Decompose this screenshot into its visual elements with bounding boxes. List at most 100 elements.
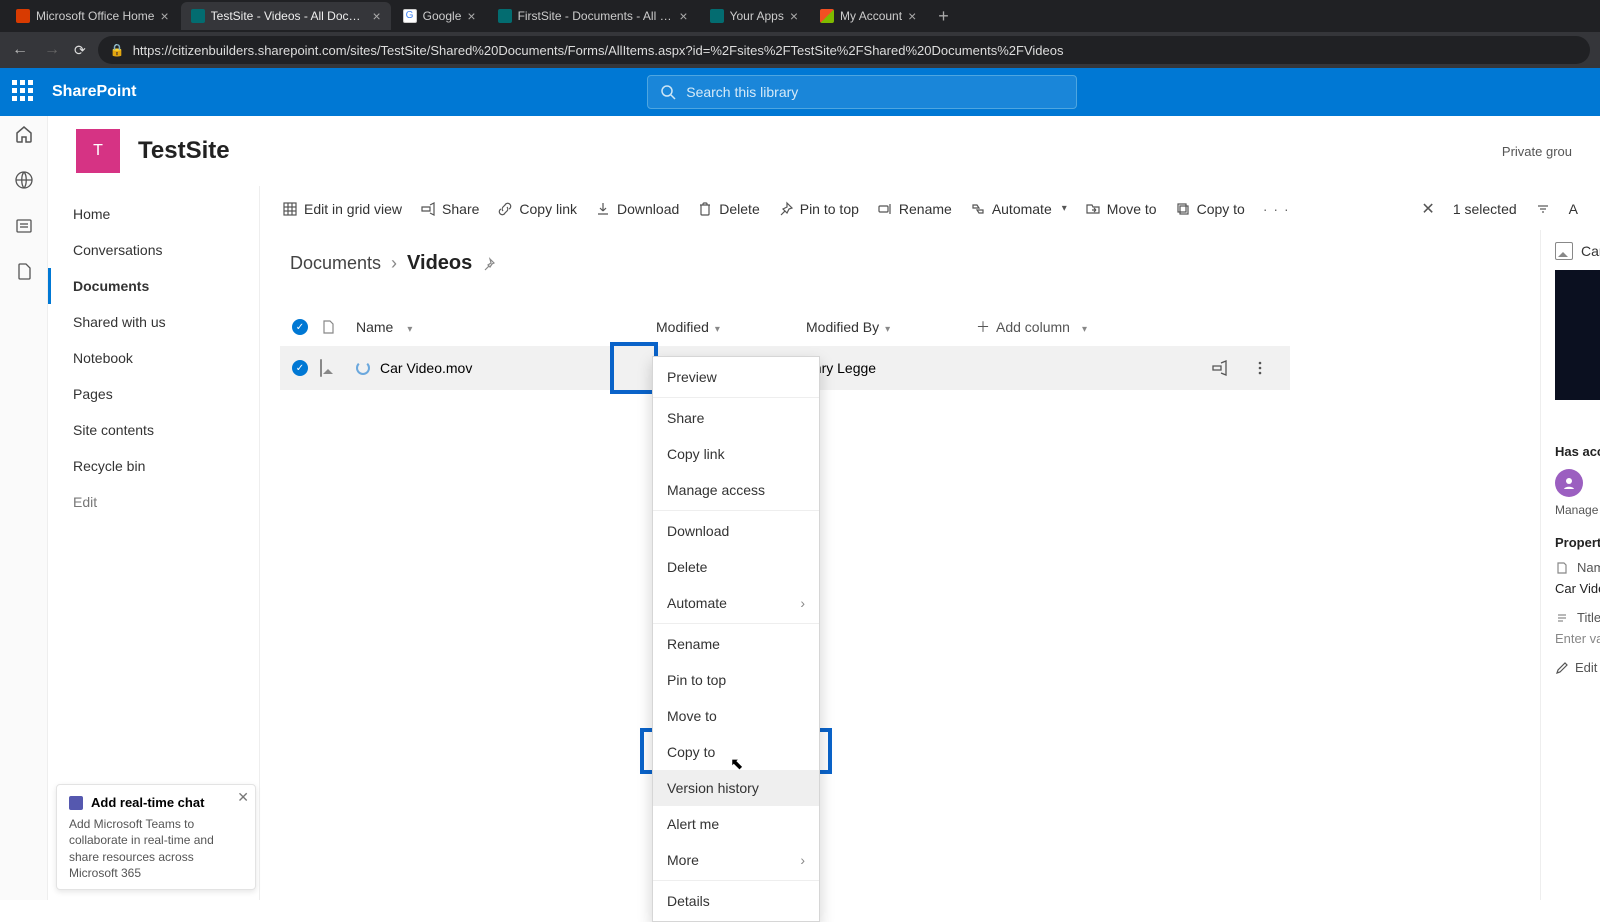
nav-conversations[interactable]: Conversations [48, 232, 259, 268]
avatar[interactable] [1555, 469, 1583, 497]
product-label[interactable]: SharePoint [52, 83, 136, 101]
close-icon[interactable]: × [372, 9, 380, 23]
files-icon[interactable] [14, 262, 34, 282]
new-tab-button[interactable]: + [928, 6, 959, 27]
microsoft-icon [820, 9, 834, 23]
cmd-share[interactable]: Share [420, 201, 479, 217]
forward-icon[interactable]: → [42, 41, 62, 59]
close-icon[interactable]: × [679, 9, 687, 23]
reload-icon[interactable]: ⟳ [74, 42, 86, 59]
ctx-rename[interactable]: Rename [653, 626, 819, 662]
chevron-down-icon[interactable] [401, 319, 412, 335]
access-section: Has acce [1555, 444, 1600, 459]
browser-tab[interactable]: FirstSite - Documents - All Docu × [488, 2, 698, 30]
search-input[interactable] [647, 75, 1077, 109]
browser-tab[interactable]: Google × [393, 2, 486, 30]
cmd-rename[interactable]: Rename [877, 201, 952, 217]
search-text[interactable] [686, 84, 1064, 100]
breadcrumb-root[interactable]: Documents [290, 253, 381, 274]
ctx-preview[interactable]: Preview [653, 359, 819, 395]
browser-tab-active[interactable]: TestSite - Videos - All Documents × [181, 2, 391, 30]
manage-access-link[interactable]: Manage ac [1555, 503, 1600, 517]
nav-site-contents[interactable]: Site contents [48, 412, 259, 448]
close-icon[interactable]: × [908, 9, 916, 23]
cmd-moveto[interactable]: Move to [1085, 201, 1157, 217]
grid-icon [282, 201, 298, 217]
ctx-more[interactable]: More [653, 842, 819, 878]
browser-tab[interactable]: Your Apps × [700, 2, 808, 30]
url-field[interactable]: 🔒 https://citizenbuilders.sharepoint.com… [98, 36, 1590, 64]
properties-section: Propertie [1555, 535, 1600, 550]
nav-edit[interactable]: Edit [48, 484, 259, 520]
prop-name-value[interactable]: Car Vide [1555, 581, 1600, 596]
news-icon[interactable] [14, 216, 34, 236]
ctx-alert-me[interactable]: Alert me [653, 806, 819, 842]
ctx-automate[interactable]: Automate [653, 585, 819, 621]
col-modified-header[interactable]: Modified [656, 319, 709, 335]
browser-tab[interactable]: My Account × [810, 2, 926, 30]
url-text: https://citizenbuilders.sharepoint.com/s… [133, 43, 1064, 58]
site-logo[interactable]: T [76, 129, 120, 173]
nav-shared-with-us[interactable]: Shared with us [48, 304, 259, 340]
ctx-moveto[interactable]: Move to [653, 698, 819, 734]
share-icon[interactable] [1210, 359, 1228, 377]
ctx-share[interactable]: Share [653, 400, 819, 436]
select-all-check[interactable]: ✓ [292, 319, 308, 335]
nav-documents[interactable]: Documents [48, 268, 259, 304]
close-icon[interactable]: × [467, 9, 475, 23]
nav-pages[interactable]: Pages [48, 376, 259, 412]
prop-title-placeholder[interactable]: Enter val [1555, 631, 1600, 646]
app-launcher-icon[interactable] [12, 80, 36, 104]
col-modifiedby-header[interactable]: Modified By [806, 319, 879, 335]
ctx-pintotop[interactable]: Pin to top [653, 662, 819, 698]
cmd-delete[interactable]: Delete [697, 201, 759, 217]
ctx-details[interactable]: Details [653, 883, 819, 919]
chevron-down-icon[interactable] [879, 319, 890, 335]
row-checkbox[interactable]: ✓ [292, 360, 308, 376]
cmd-edit-grid[interactable]: Edit in grid view [282, 201, 402, 217]
video-file-icon [320, 359, 322, 377]
type-icon-header[interactable] [320, 319, 356, 335]
pin-icon[interactable] [482, 257, 496, 271]
row-more-button[interactable] [1244, 352, 1276, 384]
add-column-button[interactable]: ＋Add column [976, 317, 1087, 337]
site-logo-initial: T [93, 142, 103, 160]
close-icon[interactable]: ✕ [237, 789, 249, 806]
home-icon[interactable] [14, 124, 34, 144]
view-hint[interactable]: A [1569, 201, 1578, 217]
chevron-down-icon[interactable] [709, 319, 720, 335]
cmd-automate[interactable]: Automate [970, 201, 1067, 217]
moveto-icon [1085, 201, 1101, 217]
nav-home[interactable]: Home [48, 196, 259, 232]
nav-notebook[interactable]: Notebook [48, 340, 259, 376]
ctx-delete[interactable]: Delete [653, 549, 819, 585]
teams-icon [69, 796, 83, 810]
cmd-download[interactable]: Download [595, 201, 679, 217]
ctx-manage-access[interactable]: Manage access [653, 472, 819, 508]
edit-all-link[interactable]: Edit a [1555, 660, 1600, 675]
chevron-down-icon [1076, 319, 1087, 335]
cmd-copyto[interactable]: Copy to [1175, 201, 1245, 217]
close-icon[interactable]: × [160, 9, 168, 23]
cmd-copylink[interactable]: Copy link [497, 201, 577, 217]
file-name[interactable]: Car Video.mov [380, 360, 472, 376]
site-title[interactable]: TestSite [138, 137, 230, 165]
browser-tab[interactable]: Microsoft Office Home × [6, 2, 179, 30]
filters-icon[interactable] [1535, 201, 1551, 217]
back-icon[interactable]: ← [10, 41, 30, 59]
nav-recycle-bin[interactable]: Recycle bin [48, 448, 259, 484]
ctx-version-history[interactable]: Version history [653, 770, 819, 806]
cmd-more[interactable]: · · · [1263, 201, 1290, 217]
video-thumbnail[interactable] [1555, 270, 1600, 400]
plus-icon: ＋ [976, 317, 990, 337]
cmd-label: Download [617, 201, 679, 217]
globe-icon[interactable] [14, 170, 34, 190]
close-icon[interactable]: × [790, 9, 798, 23]
ctx-download[interactable]: Download [653, 513, 819, 549]
separator [653, 397, 819, 398]
cmd-pintotop[interactable]: Pin to top [778, 201, 859, 217]
ctx-copyto[interactable]: Copy to [653, 734, 819, 770]
clear-selection-icon[interactable]: ✕ [1421, 199, 1434, 219]
col-name-header[interactable]: Name [356, 319, 393, 335]
ctx-copylink[interactable]: Copy link [653, 436, 819, 472]
